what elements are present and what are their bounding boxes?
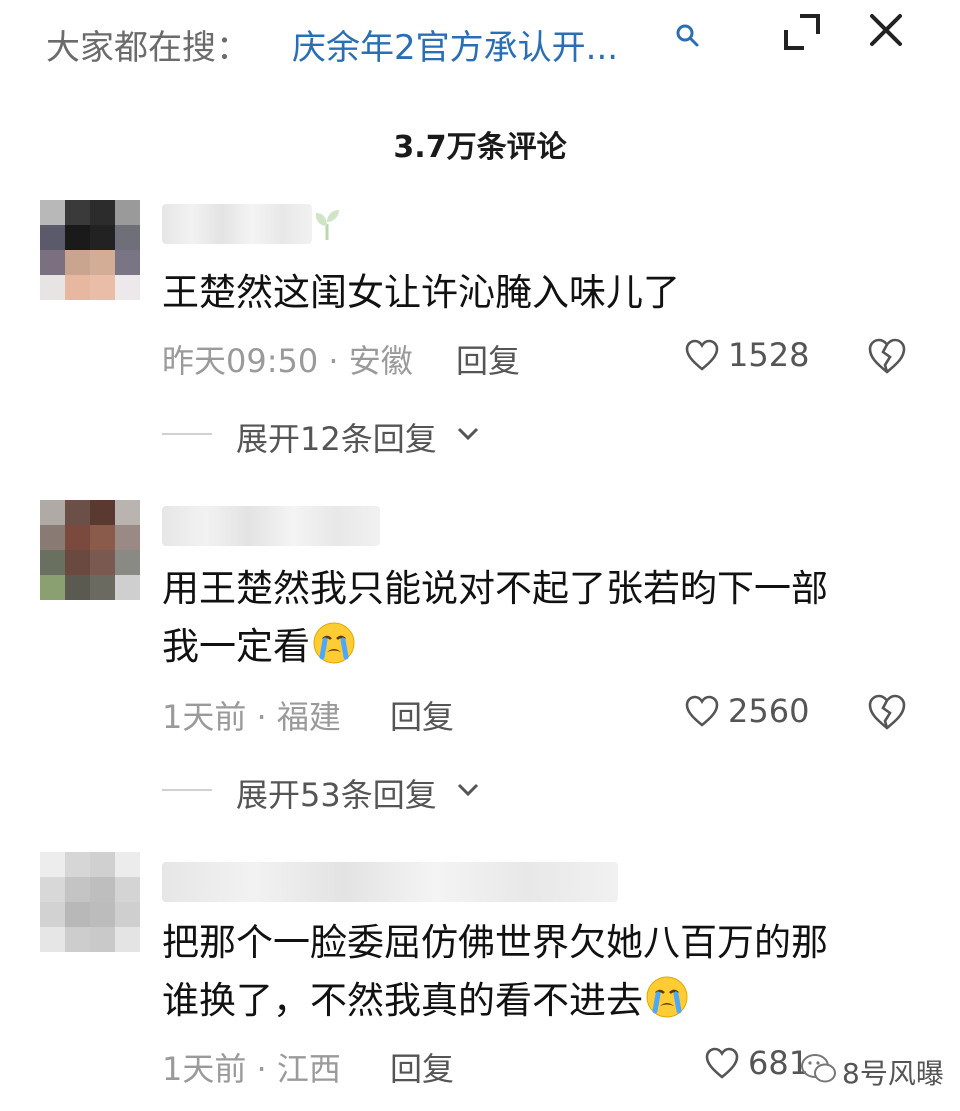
close-icon[interactable] <box>868 12 904 48</box>
comment-text: 把那个一脸委屈仿佛世界欠她八百万的那 谁换了，不然我真的看不进去 <box>162 914 828 1030</box>
comment-line: 用王楚然我只能说对不起了张若昀下一部 <box>162 567 828 610</box>
top-bar: 大家都在搜： 庆余年2官方承认开... <box>0 0 960 90</box>
like-button[interactable]: 1528 <box>684 336 814 376</box>
broken-heart-icon[interactable] <box>866 336 908 376</box>
sprout-badge-icon <box>315 210 339 240</box>
username-blurred[interactable] <box>162 204 312 244</box>
username-blurred[interactable] <box>162 506 380 546</box>
comment-time-location: 1天前 · 江西 <box>162 1050 341 1088</box>
expand-replies-button[interactable]: 展开12条回复 <box>162 414 502 458</box>
wechat-logo-icon <box>801 1054 836 1083</box>
heart-icon <box>685 695 719 727</box>
comment-line: 把那个一脸委屈仿佛世界欠她八百万的那 <box>162 921 828 964</box>
avatar[interactable] <box>40 200 140 300</box>
comment-line: 我一定看 <box>162 618 828 676</box>
heart-icon <box>685 339 719 371</box>
expand-replies-button[interactable]: 展开53条回复 <box>162 770 502 814</box>
comment-line: 谁换了，不然我真的看不进去 <box>162 972 828 1030</box>
crying-face-icon <box>646 976 688 1018</box>
like-button[interactable]: 681 <box>704 1044 809 1084</box>
comments-count: 3.7万条评论 <box>393 130 567 165</box>
search-icon[interactable] <box>674 22 700 48</box>
like-button[interactable]: 2560 <box>684 692 814 732</box>
broken-heart-icon[interactable] <box>866 692 908 732</box>
comment-item: 王楚然这闺女让许沁腌入味儿了 昨天09:50 · 安徽 回复 1528 展开12… <box>0 196 960 466</box>
comment-line-text: 我一定看 <box>162 625 310 668</box>
comment-time-location: 1天前 · 福建 <box>162 698 341 736</box>
watermark-text: 8号风曝 <box>842 1057 944 1090</box>
crying-face-icon <box>313 622 355 664</box>
chevron-down-icon <box>457 427 479 441</box>
expand-divider <box>162 433 212 435</box>
expand-icon[interactable] <box>782 12 822 52</box>
reply-button[interactable]: 回复 <box>456 336 520 382</box>
like-count: 2560 <box>728 692 810 730</box>
heart-icon <box>705 1047 739 1079</box>
comment-line: 王楚然这闺女让许沁腌入味儿了 <box>162 271 680 314</box>
comment-line-text: 谁换了，不然我真的看不进去 <box>162 979 643 1022</box>
comment-text: 用王楚然我只能说对不起了张若昀下一部 我一定看 <box>162 560 828 676</box>
trending-search-link[interactable]: 庆余年2官方承认开... <box>292 20 618 69</box>
comment-text: 王楚然这闺女让许沁腌入味儿了 <box>162 264 680 322</box>
like-count: 1528 <box>728 336 810 374</box>
expand-divider <box>162 789 212 791</box>
search-prefix: 大家都在搜： <box>46 28 250 68</box>
reply-button[interactable]: 回复 <box>390 692 454 738</box>
expand-replies-label: 展开12条回复 <box>236 420 437 458</box>
avatar[interactable] <box>40 852 140 952</box>
expand-replies-label: 展开53条回复 <box>236 776 437 814</box>
avatar[interactable] <box>40 500 140 600</box>
chevron-down-icon <box>457 783 479 797</box>
comment-time-location: 昨天09:50 · 安徽 <box>162 342 413 380</box>
username-blurred[interactable] <box>162 862 618 902</box>
comment-item: 用王楚然我只能说对不起了张若昀下一部 我一定看 1天前 · 福建 回复 2560… <box>0 496 960 826</box>
reply-button[interactable]: 回复 <box>390 1044 454 1090</box>
